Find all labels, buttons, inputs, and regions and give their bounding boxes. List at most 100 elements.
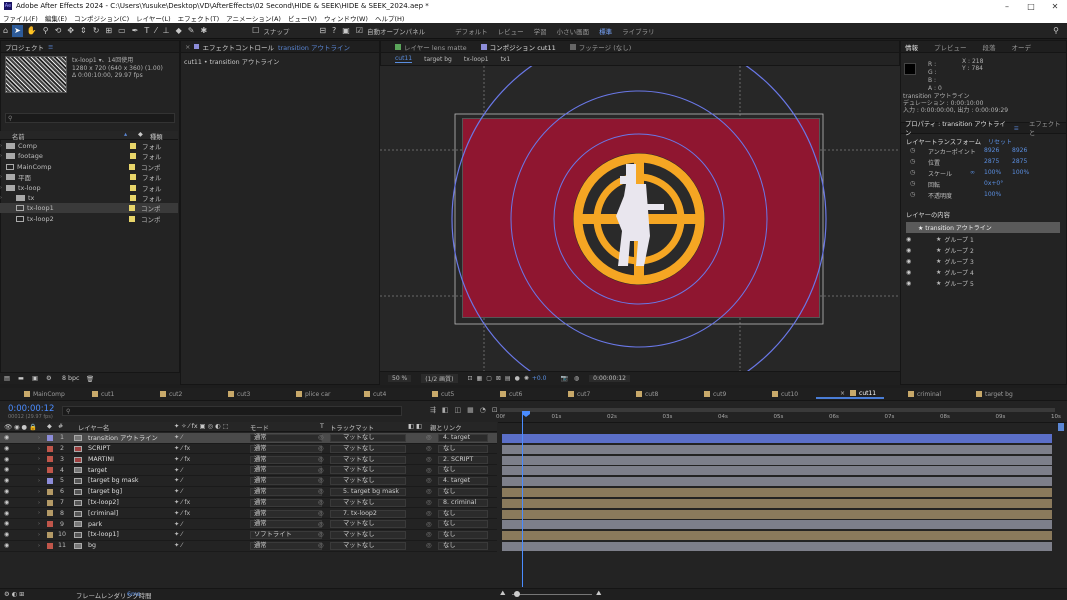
blend-mode-dropdown[interactable]: 通常 (250, 520, 322, 529)
parent-dropdown[interactable]: なし (438, 531, 488, 540)
snap-checkbox[interactable]: ☐ (250, 25, 261, 37)
preserve-transparency-icon[interactable]: ◎ (318, 488, 324, 495)
layer-label-swatch[interactable] (47, 445, 53, 452)
preserve-transparency-icon[interactable]: ◎ (318, 445, 324, 452)
preserve-transparency-icon[interactable]: ◎ (318, 510, 324, 517)
close-icon[interactable]: × (185, 43, 190, 51)
eye-icon[interactable]: ◉ (906, 247, 920, 254)
label-swatch[interactable] (129, 205, 135, 212)
timeline-tab-5[interactable]: cut4 (340, 391, 408, 398)
layer-row[interactable]: ◉ › 3 MARTINI ✦ ⁄ fx 通常 ◎ マットなし ◎ 2. SCRIPT (0, 455, 497, 466)
timeline-tab-4[interactable]: plice car (272, 391, 340, 398)
motion-blur-icon[interactable]: ◔ (480, 406, 486, 414)
track-matte-dropdown[interactable]: マットなし (330, 466, 406, 475)
layer-switches[interactable]: ✦ ⁄ (174, 477, 182, 484)
dolly-camera-icon[interactable]: ⇕ (78, 25, 89, 37)
transparency-grid-icon[interactable]: ▦ (477, 375, 483, 382)
layer-duration-bar[interactable] (502, 477, 1052, 487)
visibility-eye-icon[interactable]: ◉ (4, 445, 10, 451)
clone-stamp-icon[interactable]: ⊥ (161, 25, 172, 37)
label-swatch[interactable] (129, 163, 135, 170)
parent-dropdown[interactable]: 8. criminal (438, 498, 488, 507)
track-matte-dropdown[interactable]: 7. tx-loop2 (330, 509, 406, 518)
pick-whip-icon[interactable]: ◎ (426, 488, 432, 495)
layer-switches[interactable]: ✦ ⁄ (174, 521, 182, 528)
layer-duration-bar[interactable] (502, 520, 1052, 530)
preserve-transparency-icon[interactable]: ◎ (318, 467, 324, 474)
layer-row[interactable]: ◉ › 5 [target bg mask ✦ ⁄ 通常 ◎ マットなし ◎ 4. target (0, 476, 497, 487)
preserve-transparency-icon[interactable]: ◎ (318, 531, 324, 538)
blend-mode-dropdown[interactable]: 通常 (250, 444, 322, 453)
bpc-label[interactable]: 8 bpc (62, 375, 79, 382)
info-tab-1[interactable]: プレビュー (934, 42, 967, 52)
zoom-slider-handle[interactable] (514, 591, 520, 597)
pick-whip-icon[interactable]: ◎ (426, 542, 432, 549)
help-icon[interactable]: ? (330, 25, 338, 37)
layer-duration-bar[interactable] (502, 434, 1052, 443)
timeline-tab-12[interactable]: × cut11 (816, 390, 884, 399)
layer-label-swatch[interactable] (47, 521, 53, 528)
reset-link[interactable]: リセット (988, 137, 1012, 146)
visibility-eye-icon[interactable]: ◉ (4, 467, 10, 473)
menu-item-1[interactable]: 編集(E) (45, 13, 67, 23)
layer-row[interactable]: ◉ › 4 target ✦ ⁄ 通常 ◎ マットなし ◎ なし (0, 465, 497, 476)
stopwatch-icon[interactable]: ◷ (910, 158, 915, 165)
zoom-tool-icon[interactable]: ⚲ (41, 25, 51, 37)
blend-mode-dropdown[interactable]: ソフトライト (250, 531, 322, 540)
project-item[interactable]: › 平面 フォル (0, 172, 178, 182)
disclosure-icon[interactable]: › (38, 521, 40, 527)
disclosure-icon[interactable]: › (0, 195, 16, 201)
label-swatch[interactable] (130, 153, 136, 160)
parent-dropdown[interactable]: 4. target (438, 477, 488, 486)
snapshot-icon[interactable]: 📷 (560, 375, 567, 382)
layer-switches[interactable]: ✦ ⁄ (174, 434, 182, 441)
layer-switches[interactable]: ✦ ⁄ fx (174, 499, 190, 506)
stopwatch-icon[interactable]: ◷ (910, 180, 915, 187)
timeline-tab-9[interactable]: cut8 (612, 391, 680, 398)
composition-tab-2[interactable]: フッテージ (なし) (569, 42, 631, 52)
track-matte-dropdown[interactable]: マットなし (330, 455, 406, 464)
project-item[interactable]: › tx フォル (0, 193, 178, 203)
pen-tool-icon[interactable]: ✒ (130, 25, 141, 37)
graph-editor-icon[interactable]: ⊡ (492, 406, 498, 414)
settings-icon[interactable]: ⚙ (46, 375, 52, 382)
constrain-link-icon[interactable]: ∞ (970, 169, 975, 176)
parent-dropdown[interactable]: 2. SCRIPT (438, 455, 488, 464)
parent-dropdown[interactable]: なし (438, 444, 488, 453)
pan-behind-tool-icon[interactable]: ⊞ (103, 25, 114, 37)
track-matte-dropdown[interactable]: マットなし (330, 498, 406, 507)
workspace-tab-0[interactable]: デフォルト (455, 26, 488, 36)
disclosure-icon[interactable]: › (38, 489, 40, 495)
orbit-camera-icon[interactable]: ⟲ (53, 25, 64, 37)
timeline-tab-10[interactable]: cut9 (680, 391, 748, 398)
layer-row[interactable]: ◉ › 10 [tx-loop1] ✦ ⁄ ソフトライト ◎ マットなし ◎ なし (0, 530, 497, 541)
layer-switches[interactable]: ✦ ⁄ fx (174, 456, 190, 463)
timeline-tab-7[interactable]: cut6 (476, 391, 544, 398)
track-matte-dropdown[interactable]: マットなし (330, 434, 406, 442)
timeline-tab-1[interactable]: cut1 (68, 391, 136, 398)
layer-duration-bar[interactable] (502, 444, 1052, 454)
zoom-slider[interactable] (512, 594, 592, 595)
info-tab-0[interactable]: 情報 (905, 42, 918, 52)
work-area-bar[interactable] (500, 408, 1055, 412)
timeline-tab-14[interactable]: target bg (952, 391, 1020, 398)
grid-icon[interactable]: ▤ (505, 375, 511, 382)
playhead[interactable] (522, 412, 524, 587)
layer-row[interactable]: ◉ › 1 transition アウトライン ✦ ⁄ 通常 ◎ マットなし ◎ 4. targe… (0, 433, 497, 444)
contents-group-row[interactable]: ◉ ★ グループ 4 (906, 267, 1061, 277)
project-tab[interactable]: プロジェクト ≡ (1, 41, 179, 53)
layer-label-swatch[interactable] (47, 499, 53, 506)
maximize-icon[interactable]: □ (1019, 0, 1043, 12)
visibility-eye-icon[interactable]: ◉ (4, 521, 10, 527)
pick-whip-icon[interactable]: ◎ (426, 510, 432, 517)
timeline-tab-11[interactable]: cut10 (748, 391, 816, 398)
layer-switches[interactable]: ✦ ⁄ (174, 488, 182, 495)
disclosure-icon[interactable]: › (38, 446, 40, 452)
contents-group-row[interactable]: ◉ ★ グループ 1 (906, 234, 1061, 244)
stopwatch-icon[interactable]: ◷ (910, 191, 915, 198)
rectangle-tool-icon[interactable]: ▭ (116, 25, 128, 37)
project-item[interactable]: › footage フォル (0, 151, 178, 161)
contents-root-row[interactable]: ★ transition アウトライン (906, 222, 1060, 233)
pick-whip-icon[interactable]: ◎ (426, 445, 432, 452)
preserve-transparency-icon[interactable]: ◎ (318, 542, 324, 549)
